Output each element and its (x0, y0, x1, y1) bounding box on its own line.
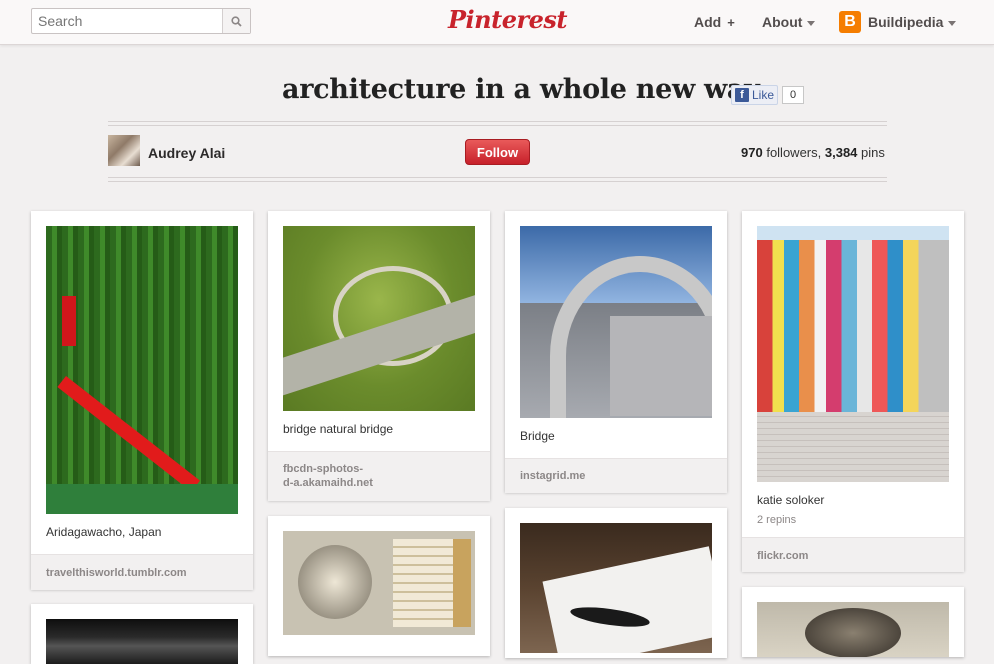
owner-name[interactable]: Audrey Alai (148, 145, 225, 161)
pin-source-link[interactable]: fbcdn-sphotos- (283, 462, 363, 476)
pin-description: bridge natural bridge (283, 422, 394, 436)
facebook-icon: f (735, 88, 749, 102)
chevron-down-icon (948, 20, 957, 26)
pinterest-logo[interactable]: Pinterest (448, 5, 567, 34)
pin-source[interactable]: travelthisworld.tumblr.com (31, 554, 253, 590)
pin-image[interactable] (283, 226, 475, 411)
pin-card[interactable]: Aridagawacho, Japan travelthisworld.tumb… (31, 211, 253, 590)
pin-card[interactable] (505, 508, 727, 658)
board-title: architecture in a whole new way (282, 74, 760, 105)
facebook-like-label: Like (752, 88, 775, 102)
pin-image[interactable] (520, 523, 712, 653)
pin-image[interactable] (46, 226, 238, 514)
nav-add-label: Add (694, 14, 722, 30)
pin-description: Aridagawacho, Japan (46, 525, 162, 539)
pin-image[interactable] (757, 226, 949, 482)
pin-card[interactable] (268, 516, 490, 656)
nav-add[interactable]: Add + (694, 14, 735, 30)
search-box[interactable] (31, 8, 251, 34)
nav-user-menu[interactable]: Buildipedia (868, 14, 957, 30)
pin-description: katie soloker (757, 493, 825, 507)
facebook-like-count: 0 (782, 86, 804, 104)
board-stats: 970 followers, 3,384 pins (741, 145, 885, 160)
pin-source-link[interactable]: instagrid.me (520, 469, 585, 483)
facebook-like-button[interactable]: f Like (731, 85, 778, 105)
pin-image[interactable] (283, 531, 475, 635)
pin-repins: 2 repins (757, 514, 797, 526)
followers-count: 970 (741, 145, 763, 160)
divider (108, 177, 887, 182)
pin-card[interactable]: katie soloker 2 repins flickr.com (742, 211, 964, 572)
search-icon (231, 15, 242, 27)
pin-card[interactable] (31, 604, 253, 664)
pin-image[interactable] (520, 226, 712, 418)
chevron-down-icon (807, 20, 816, 26)
pin-description: Bridge (520, 429, 555, 443)
followers-label: followers, (766, 145, 822, 160)
nav-about[interactable]: About (762, 14, 816, 30)
search-input[interactable] (32, 9, 224, 33)
pins-count: 3,384 (824, 145, 858, 160)
pin-source[interactable]: flickr.com (742, 537, 964, 572)
user-avatar[interactable]: B (839, 11, 861, 33)
pins-label: pins (861, 145, 885, 160)
follow-button[interactable]: Follow (465, 139, 530, 165)
pin-source-link[interactable]: flickr.com (757, 549, 808, 563)
pin-source-link[interactable]: travelthisworld.tumblr.com (46, 566, 187, 580)
search-button[interactable] (222, 9, 250, 33)
top-bar: Pinterest Add + About B Buildipedia (0, 0, 994, 45)
pin-source[interactable]: fbcdn-sphotos- d-a.akamaihd.net (268, 451, 490, 501)
pin-source[interactable]: instagrid.me (505, 458, 727, 493)
user-name: Buildipedia (868, 14, 944, 30)
pin-card[interactable]: bridge natural bridge fbcdn-sphotos- d-a… (268, 211, 490, 501)
plus-icon: + (727, 15, 735, 30)
pin-image[interactable] (757, 602, 949, 657)
pin-card[interactable]: Bridge instagrid.me (505, 211, 727, 493)
pin-card[interactable] (742, 587, 964, 657)
pin-source-link[interactable]: d-a.akamaihd.net (283, 476, 373, 490)
owner-avatar[interactable] (108, 135, 140, 166)
divider (108, 121, 887, 126)
pin-image[interactable] (46, 619, 238, 664)
nav-about-label: About (762, 14, 803, 30)
